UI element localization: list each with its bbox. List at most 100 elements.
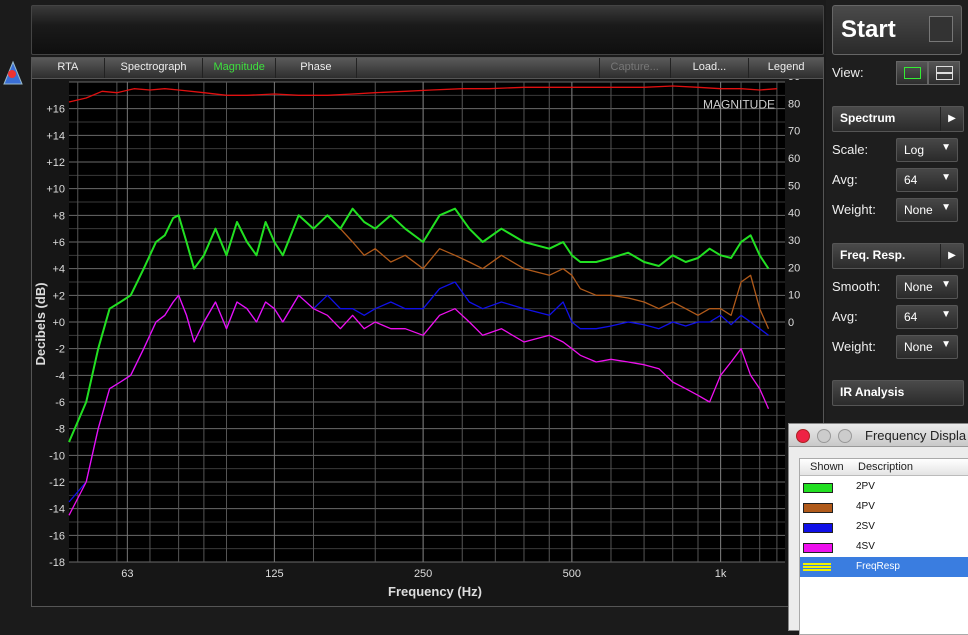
stop-square-icon: [929, 16, 953, 42]
scale-select[interactable]: Log ▼: [896, 138, 958, 162]
single-view-button[interactable]: [896, 61, 928, 85]
avg-select[interactable]: 64 ▼: [896, 168, 958, 192]
split-pane-bottom-icon: [936, 73, 953, 80]
tab-phase[interactable]: Phase: [276, 58, 357, 78]
weight2-value: None: [904, 340, 933, 354]
tab-spacer: [357, 58, 600, 78]
close-window-icon[interactable]: [796, 429, 810, 443]
x-tick-label: 1k: [715, 568, 727, 580]
split-pane-top-icon: [936, 66, 953, 73]
tab-rta[interactable]: RTA: [32, 58, 105, 78]
smooth-label: Smooth:: [832, 279, 881, 294]
legend-row[interactable]: 2PV: [800, 477, 968, 497]
start-button[interactable]: Start: [832, 5, 962, 55]
legend-description: 4PV: [856, 501, 875, 512]
tab-magnitude[interactable]: Magnitude: [203, 58, 277, 78]
single-pane-icon: [904, 67, 921, 79]
y-tick-label: +4: [52, 264, 65, 276]
y-tick-label: -8: [55, 424, 65, 436]
y-tick-label: -4: [55, 370, 65, 382]
tab-spectrograph[interactable]: Spectrograph: [105, 58, 204, 78]
legend-description: FreqResp: [856, 561, 900, 572]
view-toggle: [896, 61, 960, 85]
play-arrow-icon: ▶: [940, 244, 963, 268]
y-tick-label: -18: [49, 557, 65, 569]
chevron-down-icon: ▼: [941, 202, 951, 213]
avg-value: 64: [904, 173, 918, 187]
legend-color-swatch[interactable]: [803, 523, 833, 533]
magnitude-chart-panel: +16 +14 +12 +10 +8 +6 +4 +2 +0 -2 -4 -6 -8 -10 -12 -14 -…: [31, 71, 824, 607]
legend-button[interactable]: Legend: [749, 58, 823, 78]
window-titlebar[interactable]: Frequency Displa: [789, 424, 968, 447]
weight-label: Weight:: [832, 202, 876, 217]
weight2-select[interactable]: None ▼: [896, 335, 958, 359]
smooth-select[interactable]: None ▼: [896, 275, 958, 299]
right-tick-label: 0: [788, 317, 794, 329]
right-tick-label: 60: [788, 153, 800, 165]
legend-color-swatch[interactable]: [803, 483, 833, 493]
right-tick-label: 10: [788, 290, 800, 302]
avg2-value: 64: [904, 310, 918, 324]
right-tick-label: 90: [788, 79, 800, 83]
freq-resp-header-label: Freq. Resp.: [840, 248, 906, 262]
split-view-button[interactable]: [928, 61, 960, 85]
top-display-bar: [31, 5, 824, 55]
legend-table: Shown Description 2PV 4PV 2SV 4SV FreqResp: [799, 458, 968, 635]
legend-color-swatch[interactable]: [803, 543, 833, 553]
legend-description: 4SV: [856, 541, 875, 552]
window-title: Frequency Displa: [865, 428, 967, 443]
legend-color-swatch[interactable]: [803, 563, 831, 571]
legend-row[interactable]: 4SV: [800, 537, 968, 557]
legend-description: 2PV: [856, 481, 875, 492]
ir-analysis-label: IR Analysis: [840, 385, 905, 399]
load-button[interactable]: Load...: [671, 58, 750, 78]
weight2-label: Weight:: [832, 339, 876, 354]
x-tick-label: 250: [414, 568, 432, 580]
smooth-value: None: [904, 280, 933, 294]
right-tick-label: 70: [788, 126, 800, 138]
y-tick-label: -16: [49, 530, 65, 542]
chevron-down-icon: ▼: [941, 309, 951, 320]
y-tick-label: +0: [52, 317, 65, 329]
scale-value: Log: [904, 143, 925, 157]
weight-value: None: [904, 203, 933, 217]
legend-description: 2SV: [856, 521, 875, 532]
right-tick-label: 50: [788, 180, 800, 192]
y-tick-label: -14: [49, 504, 65, 516]
zoom-window-icon[interactable]: [838, 429, 852, 443]
avg-label: Avg:: [832, 172, 858, 187]
avg2-label: Avg:: [832, 309, 858, 324]
column-header-shown[interactable]: Shown: [800, 459, 861, 476]
weight-select[interactable]: None ▼: [896, 198, 958, 222]
y-tick-label: +10: [46, 184, 65, 196]
y-tick-label: +14: [46, 130, 65, 142]
chevron-down-icon: ▼: [941, 339, 951, 350]
minimize-window-icon[interactable]: [817, 429, 831, 443]
legend-row[interactable]: 4PV: [800, 497, 968, 517]
y-tick-label: +8: [52, 210, 65, 222]
chart-overlay-label: MAGNITUDE: [703, 98, 775, 112]
right-tick-label: 20: [788, 262, 800, 274]
ir-analysis-button[interactable]: IR Analysis: [832, 380, 964, 406]
legend-row[interactable]: 2SV: [800, 517, 968, 537]
legend-row[interactable]: FreqResp: [800, 557, 968, 577]
y-tick-label: +6: [52, 237, 65, 249]
column-header-description[interactable]: Description: [855, 459, 968, 476]
legend-color-swatch[interactable]: [803, 503, 833, 513]
y-tick-label: -2: [55, 344, 65, 356]
right-tick-label: 40: [788, 208, 800, 220]
freq-resp-header-button[interactable]: Freq. Resp. ▶: [832, 243, 964, 269]
x-tick-label: 125: [265, 568, 283, 580]
magnitude-chart: +16 +14 +12 +10 +8 +6 +4 +2 +0 -2 -4 -6 -8 -10 -12 -14 -…: [33, 71, 800, 599]
capture-button[interactable]: Capture...: [600, 58, 671, 78]
spectrum-header-label: Spectrum: [840, 111, 896, 125]
y-tick-label: -10: [49, 450, 65, 462]
chevron-down-icon: ▼: [941, 279, 951, 290]
avg2-select[interactable]: 64 ▼: [896, 305, 958, 329]
spectrum-header-button[interactable]: Spectrum ▶: [832, 106, 964, 132]
y-tick-label: +16: [46, 104, 65, 116]
x-axis-label: Frequency (Hz): [388, 584, 482, 599]
play-arrow-icon: ▶: [940, 107, 963, 131]
app-logo-icon: [2, 60, 24, 86]
x-tick-label: 63: [121, 568, 133, 580]
